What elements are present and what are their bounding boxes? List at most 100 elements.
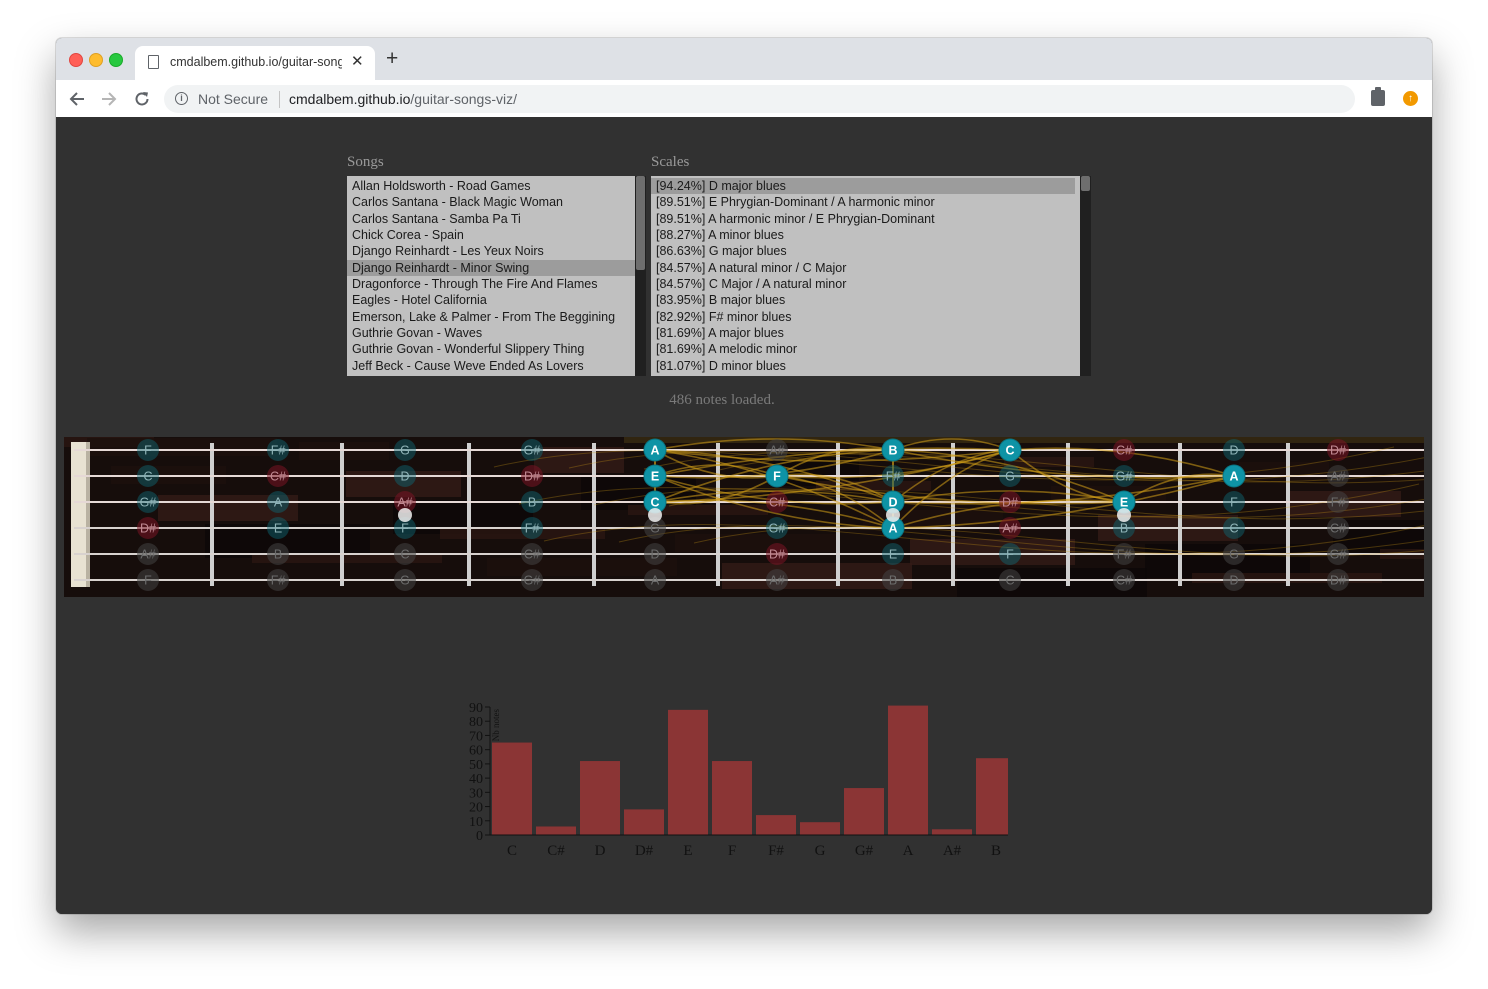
note-marker[interactable]: C xyxy=(137,465,159,487)
scale-option[interactable]: [82.92%] F# minor blues xyxy=(651,309,1075,325)
note-marker[interactable]: F xyxy=(137,439,159,461)
histogram-bar[interactable] xyxy=(580,761,620,835)
note-marker[interactable]: A xyxy=(267,491,289,513)
note-marker[interactable]: A# xyxy=(766,439,788,461)
new-tab-button[interactable]: + xyxy=(386,48,398,69)
scale-option[interactable]: [84.57%] A natural minor / C Major xyxy=(651,260,1075,276)
note-marker[interactable]: D xyxy=(1223,569,1245,591)
note-marker[interactable]: G# xyxy=(766,517,788,539)
histogram-bar[interactable] xyxy=(976,758,1008,835)
note-marker[interactable]: B xyxy=(881,438,905,462)
note-marker[interactable]: F# xyxy=(1327,491,1349,513)
song-option[interactable]: Carlos Santana - Samba Pa Ti xyxy=(347,211,635,227)
note-marker[interactable]: G xyxy=(394,439,416,461)
info-icon[interactable]: i xyxy=(175,92,188,105)
note-marker[interactable]: G# xyxy=(1327,543,1349,565)
clipboard-extension-icon[interactable] xyxy=(1371,87,1385,106)
scale-option[interactable]: [83.95%] B major blues xyxy=(651,292,1075,308)
note-marker[interactable]: D# xyxy=(999,491,1021,513)
histogram-bar[interactable] xyxy=(844,788,884,835)
scale-option[interactable]: [81.69%] A major blues xyxy=(651,325,1075,341)
histogram-bar[interactable] xyxy=(756,815,796,835)
note-marker[interactable]: C xyxy=(999,569,1021,591)
histogram-bar[interactable] xyxy=(492,742,532,835)
note-marker[interactable]: D# xyxy=(1327,439,1349,461)
histogram-bar[interactable] xyxy=(668,709,708,835)
scale-option[interactable]: [84.57%] C Major / A natural minor xyxy=(651,276,1075,292)
maximize-window-button[interactable] xyxy=(109,53,123,67)
note-marker[interactable]: C xyxy=(1223,517,1245,539)
song-option[interactable]: Dragonforce - Through The Fire And Flame… xyxy=(347,276,635,292)
note-marker[interactable]: B xyxy=(521,491,543,513)
histogram-bar[interactable] xyxy=(712,761,752,835)
note-marker[interactable]: A xyxy=(1222,464,1246,488)
minimize-window-button[interactable] xyxy=(89,53,103,67)
note-marker[interactable]: G# xyxy=(521,569,543,591)
scale-option[interactable]: [81.69%] A melodic minor xyxy=(651,341,1075,357)
songs-scrollbar[interactable] xyxy=(635,176,646,376)
note-marker[interactable]: A# xyxy=(999,517,1021,539)
note-marker[interactable]: E xyxy=(267,517,289,539)
note-marker[interactable]: G xyxy=(394,569,416,591)
songs-listbox[interactable]: Allan Holdsworth - Road Games Carlos Sant… xyxy=(347,176,635,376)
song-option[interactable]: Jeff Beck - Cause Weve Ended As Lovers xyxy=(347,358,635,374)
note-marker[interactable]: D# xyxy=(766,543,788,565)
song-option[interactable]: Carlos Santana - Black Magic Woman xyxy=(347,194,635,210)
note-marker[interactable]: B xyxy=(267,543,289,565)
note-marker[interactable]: G# xyxy=(137,491,159,513)
note-marker[interactable]: D# xyxy=(521,465,543,487)
update-extension-icon[interactable]: ↑ xyxy=(1403,91,1418,106)
note-marker[interactable]: C# xyxy=(1113,439,1135,461)
scales-scrollbar-thumb[interactable] xyxy=(1081,176,1090,191)
note-marker[interactable]: E xyxy=(882,543,904,565)
note-marker[interactable]: A# xyxy=(137,543,159,565)
note-marker[interactable]: C# xyxy=(766,491,788,513)
note-marker[interactable]: D xyxy=(394,465,416,487)
note-marker[interactable]: B xyxy=(882,569,904,591)
reload-icon[interactable] xyxy=(133,90,151,108)
scales-listbox[interactable]: [94.24%] D major blues [89.51%] E Phrygia… xyxy=(651,176,1080,376)
back-arrow-icon[interactable] xyxy=(68,90,86,108)
note-marker[interactable]: G# xyxy=(1113,465,1135,487)
song-option[interactable]: Guthrie Govan - Wonderful Slippery Thing xyxy=(347,341,635,357)
note-marker[interactable]: C xyxy=(394,543,416,565)
note-marker[interactable]: C# xyxy=(1327,517,1349,539)
note-marker[interactable]: D# xyxy=(1327,569,1349,591)
song-option[interactable]: Chick Corea - Spain xyxy=(347,227,635,243)
note-marker[interactable]: F xyxy=(765,464,789,488)
address-bar[interactable]: i Not Secure cmdalbem.github.io/guitar-s… xyxy=(164,85,1355,113)
note-marker[interactable]: D# xyxy=(137,517,159,539)
song-option[interactable]: Emerson, Lake & Palmer - From The Beggin… xyxy=(347,309,635,325)
scale-option[interactable]: [94.24%] D major blues xyxy=(651,178,1075,195)
note-marker[interactable]: F# xyxy=(1113,543,1135,565)
note-marker[interactable]: F# xyxy=(267,439,289,461)
histogram-bar[interactable] xyxy=(624,809,664,835)
note-marker[interactable]: A# xyxy=(1327,465,1349,487)
close-tab-icon[interactable]: ✕ xyxy=(351,52,364,70)
close-window-button[interactable] xyxy=(69,53,83,67)
note-marker[interactable]: A xyxy=(644,569,666,591)
song-option[interactable]: Django Reinhardt - Les Yeux Noirs xyxy=(347,243,635,259)
note-marker[interactable]: F# xyxy=(267,569,289,591)
note-marker[interactable]: E xyxy=(643,464,667,488)
scale-option[interactable]: [86.63%] G major blues xyxy=(651,243,1075,259)
note-marker[interactable]: A xyxy=(643,438,667,462)
note-marker[interactable]: C xyxy=(998,438,1022,462)
note-marker[interactable]: C# xyxy=(267,465,289,487)
note-marker[interactable]: C# xyxy=(1113,569,1135,591)
note-marker[interactable]: D xyxy=(644,543,666,565)
histogram-bar[interactable] xyxy=(800,822,840,835)
histogram-bar[interactable] xyxy=(536,826,576,835)
forward-arrow-icon[interactable] xyxy=(100,90,118,108)
note-marker[interactable]: F# xyxy=(521,517,543,539)
note-marker[interactable]: G xyxy=(1223,543,1245,565)
browser-tab[interactable]: cmdalbem.github.io/guitar-songs-viz/ ✕ xyxy=(135,46,375,80)
note-marker[interactable]: G# xyxy=(521,439,543,461)
song-option[interactable]: Django Reinhardt - Minor Swing xyxy=(347,259,635,277)
song-option[interactable]: Guthrie Govan - Waves xyxy=(347,325,635,341)
note-marker[interactable]: F xyxy=(999,543,1021,565)
songs-scrollbar-thumb[interactable] xyxy=(636,176,645,270)
note-marker[interactable]: G xyxy=(999,465,1021,487)
scale-option[interactable]: [88.27%] A minor blues xyxy=(651,227,1075,243)
scale-option[interactable]: [89.51%] A harmonic minor / E Phrygian-D… xyxy=(651,211,1075,227)
